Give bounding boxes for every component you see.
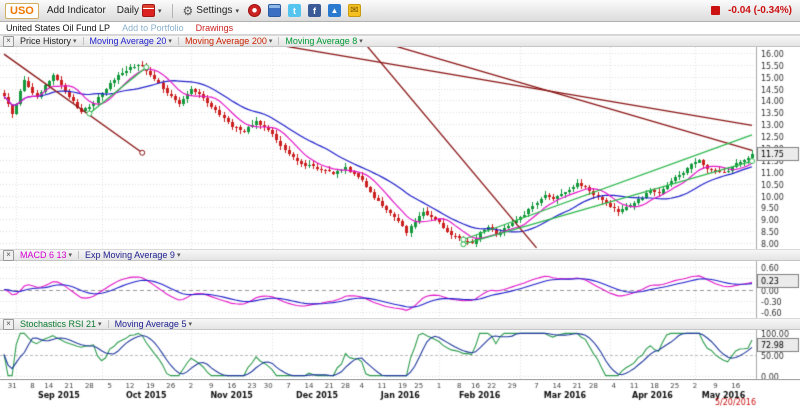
macd-chart-canvas[interactable] (0, 261, 800, 318)
stochrsi-label: Stochastics RSI 21 (20, 319, 96, 329)
macd-panel-header: × MACD 6 13 ▾ Exp Moving Average 9 ▾ (0, 249, 800, 261)
symbol-subbar: United States Oil Fund LP Add to Portfol… (0, 22, 800, 35)
add-indicator-label: Add Indicator (47, 5, 106, 16)
chevron-down-icon: ▾ (188, 320, 192, 328)
ma5-label: Moving Average 5 (115, 319, 187, 329)
price-panel-header: × Price History ▾ Moving Average 20 ▾ Mo… (0, 35, 800, 47)
drawings-label: Drawings (196, 23, 234, 33)
ma20-menu[interactable]: Moving Average 20 ▾ (86, 36, 176, 46)
add-indicator-button[interactable]: Add Indicator (44, 5, 109, 16)
company-name: United States Oil Fund LP (6, 23, 110, 33)
chevron-down-icon: ▾ (235, 7, 239, 15)
gear-icon: ⚙ (183, 5, 194, 17)
chevron-down-icon: ▾ (269, 37, 273, 45)
chevron-down-icon: ▾ (158, 7, 162, 15)
stoch-panel-header: × Stochastics RSI 21 ▾ Moving Average 5 … (0, 318, 800, 330)
header-divider (108, 320, 109, 328)
header-divider (78, 251, 79, 259)
chevron-down-icon: ▾ (98, 320, 102, 328)
close-macd-panel-button[interactable]: × (3, 250, 14, 261)
ma5-menu[interactable]: Moving Average 5 ▾ (111, 319, 196, 329)
macd-label: MACD 6 13 (20, 250, 67, 260)
settings-button[interactable]: ⚙ Settings ▾ (180, 5, 242, 17)
main-toolbar: USO Add Indicator Daily ▾ ⚙ Settings ▾ t… (0, 0, 800, 22)
settings-label: Settings (196, 5, 232, 16)
chevron-down-icon: ▾ (73, 37, 77, 45)
chevron-down-icon: ▾ (177, 251, 181, 259)
header-divider (278, 37, 279, 45)
change-indicator-icon (711, 6, 720, 15)
exp-ma9-label: Exp Moving Average 9 (85, 250, 175, 260)
ma8-label: Moving Average 8 (285, 36, 357, 46)
stochrsi-menu[interactable]: Stochastics RSI 21 ▾ (16, 319, 106, 329)
drawings-menu[interactable]: Drawings (196, 23, 234, 33)
ma20-label: Moving Average 20 (90, 36, 167, 46)
macd-menu[interactable]: MACD 6 13 ▾ (16, 250, 76, 260)
change-text: -0.04 (-0.34%) (728, 5, 792, 16)
close-stoch-panel-button[interactable]: × (3, 319, 14, 330)
twitter-icon[interactable]: t (288, 4, 301, 17)
timeframe-label: Daily (117, 5, 139, 16)
symbol-box[interactable]: USO (5, 3, 39, 19)
mail-icon[interactable]: ✉ (348, 4, 361, 17)
facebook-icon[interactable]: f (308, 4, 321, 17)
calendar-icon (142, 4, 155, 17)
chevron-down-icon: ▾ (168, 37, 172, 45)
ma8-menu[interactable]: Moving Average 8 ▾ (281, 36, 366, 46)
chevron-down-icon: ▾ (359, 37, 363, 45)
database-icon[interactable] (268, 4, 281, 17)
toolbar-divider (172, 4, 173, 18)
price-history-menu[interactable]: Price History ▾ (16, 36, 81, 46)
price-chart-canvas[interactable] (0, 47, 800, 249)
date-axis (0, 379, 800, 406)
close-price-panel-button[interactable]: × (3, 36, 14, 47)
record-icon[interactable] (248, 4, 261, 17)
header-divider (178, 37, 179, 45)
price-history-label: Price History (20, 36, 71, 46)
timeframe-button[interactable]: Daily ▾ (114, 4, 165, 17)
header-divider (83, 37, 84, 45)
ma200-menu[interactable]: Moving Average 200 ▾ (181, 36, 276, 46)
exp-ma9-menu[interactable]: Exp Moving Average 9 ▾ (81, 250, 184, 260)
add-to-portfolio-link[interactable]: Add to Portfolio (122, 23, 184, 33)
ma200-label: Moving Average 200 (185, 36, 267, 46)
share-chart-icon[interactable]: ▲ (328, 4, 341, 17)
chevron-down-icon: ▾ (69, 251, 73, 259)
stoch-chart-canvas[interactable] (0, 330, 800, 379)
